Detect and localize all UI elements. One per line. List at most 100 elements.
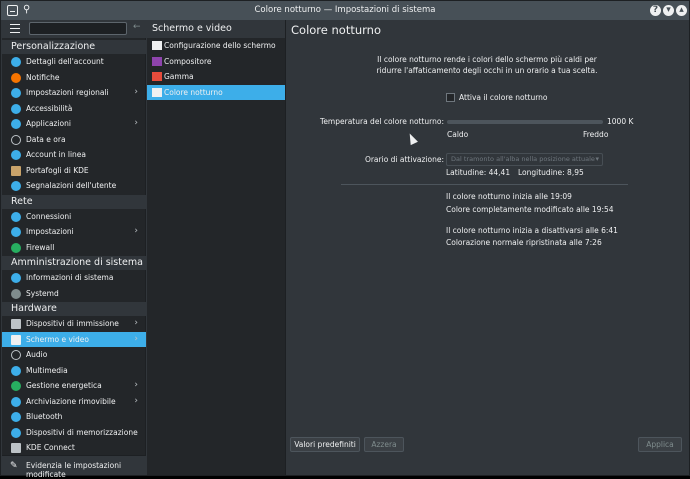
subcategory-item-label: Compositore bbox=[164, 56, 212, 66]
sidebar-item[interactable]: Gestione energetica › bbox=[2, 378, 146, 394]
sidebar-item-label: Bluetooth bbox=[26, 412, 63, 421]
warm-label: Caldo bbox=[447, 130, 469, 139]
kdeconnect-icon bbox=[11, 443, 21, 453]
subcategory-item[interactable]: Colore notturno bbox=[147, 84, 285, 100]
apply-button[interactable]: Applica bbox=[638, 437, 682, 452]
mouse-cursor-icon bbox=[406, 131, 418, 146]
sidebar-list: Personalizzazione Dettagli dell'account No… bbox=[2, 39, 146, 456]
sidebar-item-label: Impostazioni regionali bbox=[26, 88, 109, 97]
applications-icon bbox=[11, 119, 21, 129]
monitor-icon bbox=[11, 334, 21, 345]
main-panel: Colore notturno Il colore notturno rende… bbox=[287, 20, 689, 475]
online-accounts-icon bbox=[11, 150, 21, 160]
sidebar-item[interactable]: Impostazioni regionali › bbox=[2, 85, 146, 101]
hamburger-menu-icon[interactable] bbox=[10, 24, 20, 33]
cool-label: Freddo bbox=[583, 130, 609, 139]
sidebar-category-header: Hardware bbox=[2, 302, 146, 316]
edit-icon: ✎ bbox=[10, 461, 18, 471]
reset-button[interactable]: Azzera bbox=[364, 437, 404, 452]
keyboard-icon bbox=[11, 319, 21, 329]
activation-time-select[interactable]: Dal tramonto all'alba nella posizione at… bbox=[446, 153, 603, 166]
activate-night-color-label[interactable]: Attiva il colore notturno bbox=[459, 93, 548, 102]
network-settings-icon bbox=[11, 227, 21, 237]
sidebar-item[interactable]: Audio bbox=[2, 347, 146, 363]
sidebar-item-label: Applicazioni bbox=[26, 119, 71, 128]
sidebar-item[interactable]: Accessibilità bbox=[2, 101, 146, 117]
maximize-button[interactable]: ▴ bbox=[676, 5, 687, 16]
display-config-icon bbox=[152, 41, 162, 50]
activation-time-value: Dal tramonto all'alba nella posizione at… bbox=[451, 155, 595, 163]
network-icon bbox=[11, 211, 21, 222]
sidebar-item[interactable]: Schermo e video › bbox=[2, 331, 146, 347]
multimedia-icon bbox=[11, 365, 21, 376]
subcategory-item[interactable]: Configurazione dello schermo bbox=[147, 38, 285, 54]
sidebar-item[interactable]: Firewall bbox=[2, 240, 146, 256]
sidebar-item[interactable]: Portafogli di KDE bbox=[2, 163, 146, 179]
bell-icon bbox=[11, 72, 21, 83]
sidebar-item[interactable]: Notifiche bbox=[2, 70, 146, 86]
sidebar-item[interactable]: Bluetooth bbox=[2, 409, 146, 425]
help-button[interactable]: ? bbox=[650, 5, 661, 16]
schedule-start: Il colore notturno inizia alle 19:09 bbox=[446, 192, 572, 201]
sidebar-item-label: Audio bbox=[26, 350, 48, 359]
back-arrow-icon[interactable]: ← bbox=[133, 22, 141, 32]
chevron-right-icon: › bbox=[134, 333, 138, 344]
schedule-end-start: Il colore notturno inizia a disattivarsi… bbox=[446, 226, 618, 235]
sidebar-item-label: Firewall bbox=[26, 242, 55, 252]
clock-icon bbox=[11, 134, 21, 145]
sidebar-item[interactable]: Informazioni di sistema bbox=[2, 270, 146, 286]
sidebar-item[interactable]: Impostazioni › bbox=[2, 224, 146, 240]
chevron-right-icon: › bbox=[134, 118, 138, 128]
sidebar-item-label: Informazioni di sistema bbox=[26, 273, 114, 282]
sidebar-item[interactable]: Applicazioni › bbox=[2, 116, 146, 132]
sidebar-item[interactable]: Account in linea bbox=[2, 147, 146, 163]
sidebar-item-label: Systemd bbox=[26, 288, 59, 298]
sidebar-item[interactable]: Archiviazione rimovibile › bbox=[2, 394, 146, 410]
highlight-changed-settings[interactable]: ✎ Evidenzia le impostazioni modificate bbox=[2, 455, 146, 479]
compositor-icon bbox=[152, 56, 162, 66]
accessibility-icon bbox=[11, 103, 21, 114]
chevron-right-icon: › bbox=[134, 226, 138, 236]
description-line-1: Il colore notturno rende i colori dello … bbox=[377, 55, 597, 64]
chevron-right-icon: › bbox=[134, 87, 138, 97]
activate-night-color-checkbox[interactable] bbox=[446, 93, 455, 102]
sidebar-item[interactable]: Systemd bbox=[2, 286, 146, 302]
chevron-right-icon: › bbox=[134, 380, 138, 390]
subcategory-item[interactable]: Gamma bbox=[147, 69, 285, 85]
systemd-icon bbox=[11, 288, 21, 299]
search-input[interactable] bbox=[29, 22, 127, 35]
minimize-button[interactable]: ▾ bbox=[663, 5, 674, 16]
defaults-button[interactable]: Valori predefiniti bbox=[290, 437, 360, 452]
subcategory-item-label: Gamma bbox=[164, 72, 194, 81]
subcategory-item[interactable]: Compositore bbox=[147, 54, 285, 70]
temperature-slider[interactable] bbox=[447, 120, 603, 124]
sidebar-item-label: Archiviazione rimovibile bbox=[26, 396, 116, 406]
subcategory-list: Configurazione dello schermo Compositore G… bbox=[147, 38, 285, 100]
sidebar-item-label: Dispositivi di memorizzazione bbox=[26, 427, 138, 437]
description: Il colore notturno rende i colori dello … bbox=[337, 54, 637, 76]
bluetooth-icon bbox=[11, 412, 21, 422]
sidebar-item-label: Notifiche bbox=[26, 72, 60, 82]
sidebar-item[interactable]: Data e ora bbox=[2, 132, 146, 148]
sidebar-item[interactable]: Multimedia bbox=[2, 363, 146, 379]
sidebar-item[interactable]: Connessioni bbox=[2, 209, 146, 225]
sidebar-category-header: Rete bbox=[2, 194, 146, 209]
sidebar-item[interactable]: Segnalazioni dell'utente bbox=[2, 178, 146, 194]
chevron-right-icon: › bbox=[134, 318, 138, 328]
wallet-icon bbox=[11, 165, 21, 176]
sidebar-item[interactable]: Dettagli dell'account bbox=[2, 54, 146, 70]
sidebar-item-label: Segnalazioni dell'utente bbox=[26, 181, 117, 190]
sidebar-item-label: Portafogli di KDE bbox=[26, 165, 89, 175]
sidebar-item-label: Multimedia bbox=[26, 365, 68, 375]
sidebar-item[interactable]: Dispositivi di immissione › bbox=[2, 316, 146, 332]
title-bar[interactable]: ⚲ Colore notturno — Impostazioni di sist… bbox=[1, 1, 689, 20]
longitude: Longitudine: 8,95 bbox=[518, 168, 584, 177]
sidebar-item-label: Gestione energetica bbox=[26, 381, 102, 390]
subcategory-title: Schermo e video bbox=[147, 20, 285, 38]
speaker-icon bbox=[11, 350, 21, 360]
divider bbox=[341, 184, 628, 185]
info-icon bbox=[11, 273, 21, 283]
chevron-down-icon: ▾ bbox=[595, 155, 599, 163]
sidebar-item[interactable]: Dispositivi di memorizzazione bbox=[2, 425, 146, 441]
sidebar-item[interactable]: KDE Connect bbox=[2, 440, 146, 456]
